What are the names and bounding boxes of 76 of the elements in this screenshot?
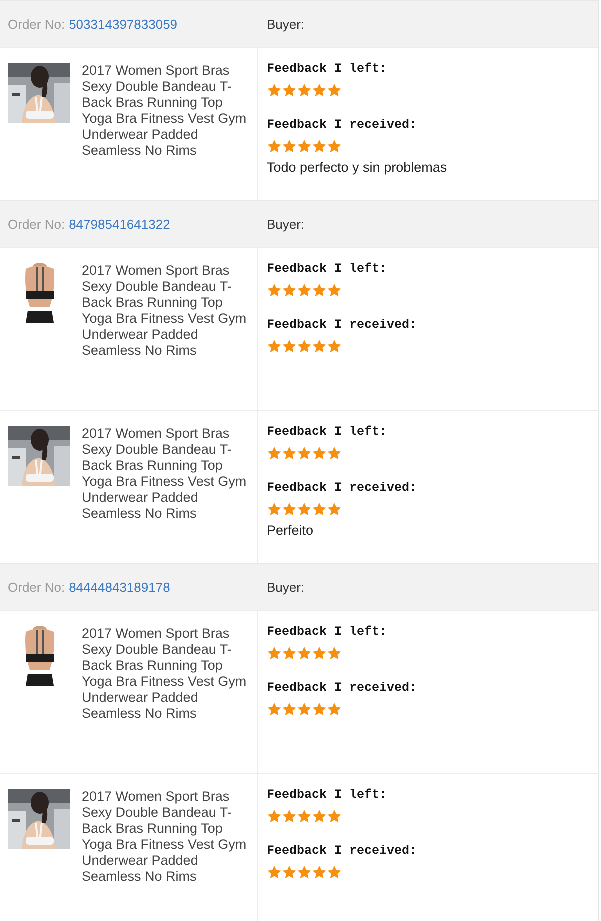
star-icon — [297, 83, 312, 98]
feedback-received-label: Feedback I received: — [267, 318, 418, 334]
feedback-left-label: Feedback I left: — [267, 262, 388, 278]
star-icon — [282, 83, 297, 98]
star-icon — [327, 139, 342, 154]
star-icon — [267, 809, 282, 824]
star-icon — [297, 702, 312, 717]
order-number-link[interactable]: 84798541641322 — [69, 216, 170, 232]
order-label: Order No: — [8, 16, 66, 32]
star-icon — [267, 865, 282, 880]
star-icon — [267, 646, 282, 661]
order-number-link[interactable]: 84444843189178 — [69, 580, 170, 594]
star-icon — [312, 339, 327, 354]
product-title[interactable]: 2017 Women Sport Bras Sexy Double Bandeau T-Back Bras Running Top Yoga Bra Fitness Vest Gym Underwear Padded Seamless No Rims — [82, 626, 247, 763]
star-icon — [312, 702, 327, 717]
star-icon — [297, 646, 312, 661]
star-icon — [297, 339, 312, 354]
star-icon — [327, 646, 342, 661]
feedback-received-label: Feedback I received: — [267, 681, 418, 697]
order-label: Order No: — [8, 580, 66, 594]
star-icon — [312, 283, 327, 298]
star-icon — [312, 502, 327, 517]
star-icon — [282, 865, 297, 880]
star-icon — [267, 702, 282, 717]
product-title[interactable]: 2017 Women Sport Bras Sexy Double Bandeau T-Back Bras Running Top Yoga Bra Fitness Vest Gym Underwear Padded Seamless No Rims — [82, 63, 247, 190]
star-icon — [282, 339, 297, 354]
product-title[interactable]: 2017 Women Sport Bras Sexy Double Bandeau T-Back Bras Running Top Yoga Bra Fitness Vest Gym Underwear Padded Seamless No Rims — [82, 263, 247, 400]
product-title[interactable]: 2017 Women Sport Bras Sexy Double Bandeau T-Back Bras Running Top Yoga Bra Fitness Vest Gym Underwear Padded Seamless No Rims — [82, 426, 247, 553]
star-icon — [312, 139, 327, 154]
star-icon — [297, 502, 312, 517]
star-icon — [297, 446, 312, 461]
order-label: Order No: — [8, 216, 66, 232]
star-icon — [327, 502, 342, 517]
star-icon — [297, 283, 312, 298]
star-icon — [312, 446, 327, 461]
star-icon — [282, 809, 297, 824]
buyer-label: Buyer: — [266, 216, 305, 232]
star-icon — [327, 339, 342, 354]
star-icon — [327, 283, 342, 298]
star-icon — [312, 809, 327, 824]
star-icon — [327, 809, 342, 824]
feedback-left-label: Feedback I left: — [267, 788, 388, 804]
feedback-left-label: Feedback I left: — [267, 425, 388, 441]
star-icon — [312, 646, 327, 661]
star-icon — [267, 83, 282, 98]
feedback-comment: Todo perfecto y sin problemas — [267, 160, 448, 175]
star-icon — [267, 446, 282, 461]
star-icon — [282, 283, 297, 298]
star-icon — [327, 702, 342, 717]
feedback-left-label: Feedback I left: — [267, 625, 388, 641]
feedback-received-label: Feedback I received: — [267, 118, 418, 134]
buyer-label: Buyer: — [266, 580, 305, 594]
star-icon — [267, 339, 282, 354]
star-icon — [282, 646, 297, 661]
feedback-received-label: Feedback I received: — [267, 481, 418, 497]
feedback-comment: Perfeito — [267, 523, 315, 538]
star-icon — [297, 809, 312, 824]
star-icon — [327, 83, 342, 98]
feedback-left-label: Feedback I left: — [267, 62, 388, 78]
star-icon — [327, 446, 342, 461]
star-icon — [312, 865, 327, 880]
star-icon — [297, 865, 312, 880]
buyer-label: Buyer: — [266, 16, 305, 32]
star-icon — [312, 83, 327, 98]
star-icon — [267, 502, 282, 517]
star-icon — [327, 865, 342, 880]
star-icon — [267, 139, 282, 154]
star-icon — [282, 446, 297, 461]
feedback-received-label: Feedback I received: — [267, 844, 418, 860]
star-icon — [297, 139, 312, 154]
order-number-link[interactable]: 503314397833059 — [69, 16, 178, 32]
star-icon — [282, 139, 297, 154]
star-icon — [282, 702, 297, 717]
star-icon — [267, 283, 282, 298]
product-title[interactable]: 2017 Women Sport Bras Sexy Double Bandeau T-Back Bras Running Top Yoga Bra Fitness Vest Gym Underwear Padded Seamless No Rims — [82, 789, 247, 916]
star-icon — [282, 502, 297, 517]
